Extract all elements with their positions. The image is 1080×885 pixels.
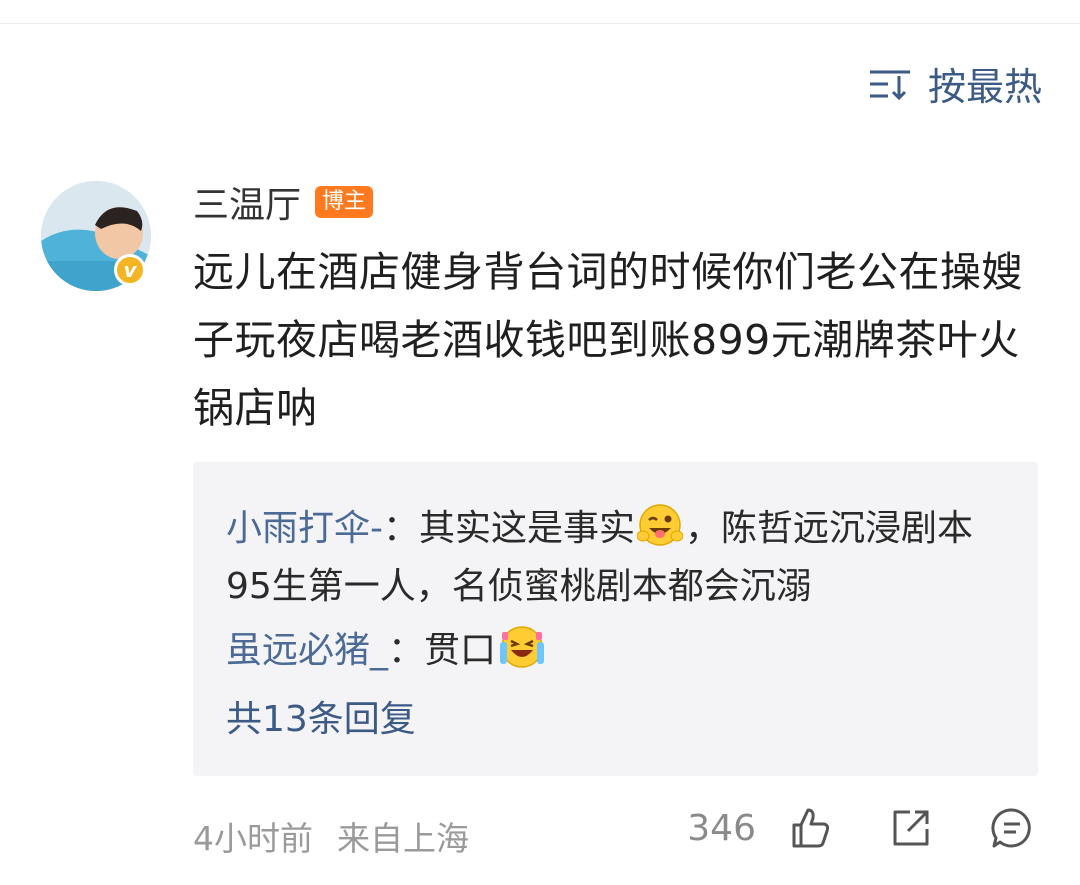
like-thumb-icon[interactable] [788, 806, 832, 850]
comment-actions: 346 [687, 806, 1034, 850]
comment-text: 远儿在酒店健身背台词的时候你们老公在操嫂子玩夜店喝老酒收钱吧到账899元潮牌茶叶… [193, 248, 1023, 432]
reply-text: 其实这是事实 [419, 508, 636, 549]
username[interactable]: 三温厅 [193, 176, 301, 228]
reply-author[interactable]: 虽远必猪_ [226, 630, 388, 671]
sort-label: 按最热 [927, 65, 1042, 109]
comment-screen: 按最热 v 三温厅 博主 远儿在酒店健身背台词的时候你们老公在操嫂子玩夜店喝老酒… [0, 0, 1080, 885]
sort-button[interactable]: 按最热 [868, 56, 1042, 111]
comment-time: 4小时前 [193, 819, 313, 858]
sort-icon [869, 70, 910, 100]
reply-text: 贯口 [424, 630, 497, 671]
reply-item: 虽远必猪_：贯口 [226, 622, 1016, 680]
laughing-tears-emoji-icon [500, 626, 545, 668]
verified-badge-icon: v [114, 254, 146, 286]
comment-bubble-icon[interactable] [990, 806, 1034, 850]
author-tag-badge: 博主 [315, 186, 374, 218]
reply-separator: ： [388, 630, 425, 671]
comment-header: 三温厅 博主 [193, 176, 374, 228]
reply-separator: ： [383, 508, 420, 549]
top-divider [0, 23, 1080, 24]
comment-location: 来自上海 [337, 819, 469, 858]
share-icon[interactable] [890, 807, 932, 849]
reply-item: 小雨打伞-：其实这是事实 ，陈哲远沉浸剧本95生第一人，名侦蜜桃剧本都会沉溺 [226, 500, 1016, 616]
reply-preview-box[interactable]: 小雨打伞-：其实这是事实 ，陈哲远沉浸剧本95生第一人，名侦蜜桃剧本都会沉溺 虽… [193, 462, 1038, 776]
like-count: 346 [687, 807, 756, 849]
view-all-replies-link[interactable]: 共13条回复 [226, 690, 416, 742]
reply-author[interactable]: 小雨打伞- [226, 508, 383, 549]
wink-tongue-emoji-icon [637, 504, 684, 546]
comment-meta: 4小时前 来自上海 [193, 812, 469, 860]
